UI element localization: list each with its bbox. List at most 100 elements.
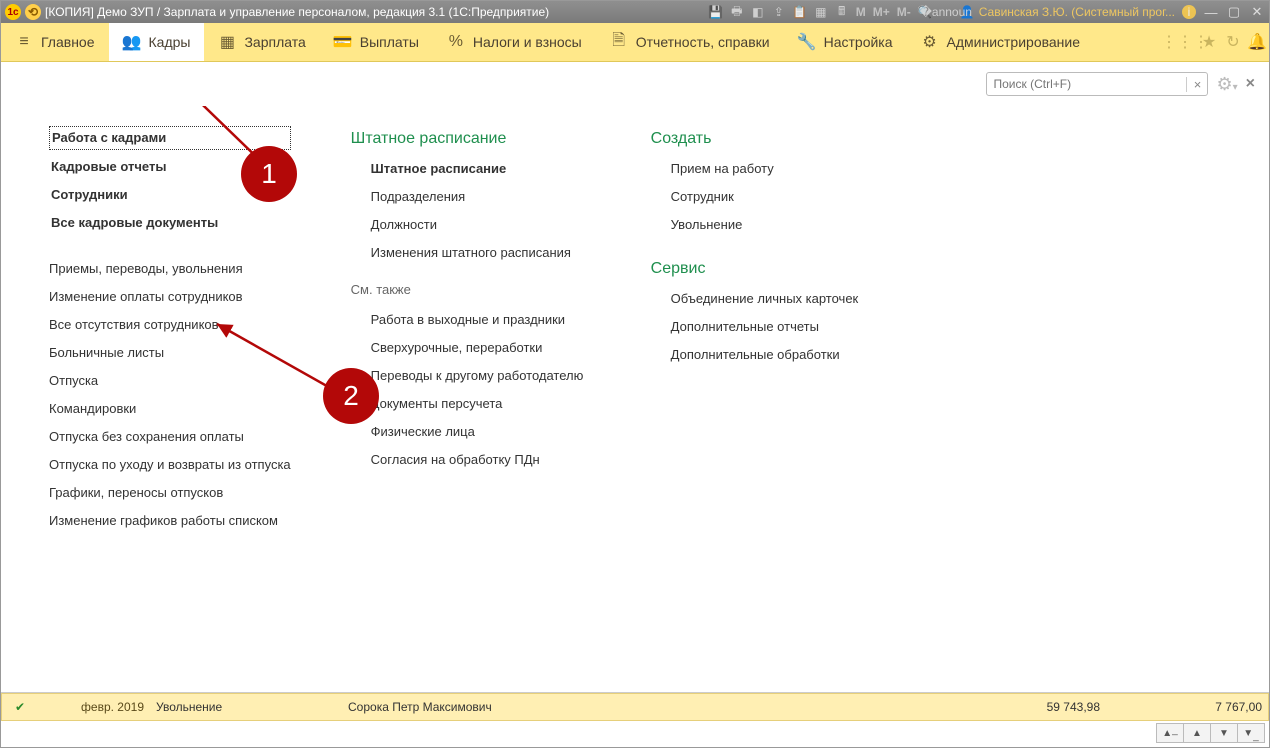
nav-buttons: ▲_ ▲ ▼ ▼_ <box>1 721 1269 747</box>
link-vacation-schedules[interactable]: Графики, переносы отпусков <box>49 482 291 504</box>
menu-icon-6: 🔧 <box>798 33 816 51</box>
menu-label-1: Кадры <box>149 34 191 50</box>
user-label[interactable]: 👤 Савинская З.Ю. (Системный прог... <box>960 5 1175 19</box>
menu-icon-7: ⚙ <box>921 33 939 51</box>
clear-search-button[interactable]: × <box>1186 77 1207 92</box>
menu-item-6[interactable]: 🔧 Настройка <box>784 23 907 61</box>
bottom-panel: ✔ февр. 2019 Увольнение Сорока Петр Макс… <box>1 692 1269 747</box>
title-toolbar: 💾 🖶 ◧ ⇪ 📋 ▦ 🖩 M M+ M- 🔍 �announ 👤 Савинс… <box>709 5 1265 19</box>
link-schedule-list-change[interactable]: Изменение графиков работы списком <box>49 510 291 532</box>
compare-icon[interactable]: ◧ <box>751 5 765 19</box>
m-button[interactable]: M <box>856 5 866 19</box>
link-consent-pdn[interactable]: Согласия на обработку ПДн <box>371 449 591 471</box>
favorite-icon[interactable]: ★ <box>1197 23 1221 61</box>
menu-icon-3: 💳 <box>334 33 352 51</box>
info-icon[interactable]: i <box>1182 5 1196 19</box>
nav-down-button[interactable]: ▼ <box>1210 723 1238 743</box>
link-all-absences[interactable]: Все отсутствия сотрудников <box>49 314 291 336</box>
row-sum1: 59 743,98 <box>944 700 1106 714</box>
link-departments[interactable]: Подразделения <box>371 186 591 208</box>
menu-label-4: Налоги и взносы <box>473 34 582 50</box>
m-plus-button[interactable]: M+ <box>873 5 890 19</box>
menu-item-3[interactable]: 💳 Выплаты <box>320 23 433 61</box>
link-sick-leaves[interactable]: Больничные листы <box>49 342 291 364</box>
link-all-personnel-docs[interactable]: Все кадровые документы <box>49 212 291 234</box>
link-extra-reports[interactable]: Дополнительные отчеты <box>671 316 891 338</box>
column-2: Штатное расписание Штатное расписание По… <box>351 126 591 532</box>
menu-item-2[interactable]: ▦ Зарплата <box>204 23 319 61</box>
link-create-dismissal[interactable]: Увольнение <box>671 214 891 236</box>
menu-label-5: Отчетность, справки <box>636 34 770 50</box>
link-hires-transfers-dismissals[interactable]: Приемы, переводы, увольнения <box>49 258 291 280</box>
link-merge-cards[interactable]: Объединение личных карточек <box>671 288 891 310</box>
menu-item-4[interactable]: % Налоги и взносы <box>433 23 596 61</box>
link-parental-leave[interactable]: Отпуска по уходу и возвраты из отпуска <box>49 454 291 476</box>
menu-label-3: Выплаты <box>360 34 419 50</box>
link-create-employee[interactable]: Сотрудник <box>671 186 891 208</box>
menu-item-7[interactable]: ⚙ Администрирование <box>907 23 1095 61</box>
print-icon[interactable]: 🖶 <box>730 5 744 19</box>
m-minus-button[interactable]: M- <box>897 5 911 19</box>
menu-label-6: Настройка <box>824 34 893 50</box>
link-pers-accounting-docs[interactable]: Документы персучета <box>371 393 591 415</box>
apps-icon[interactable]: ⋮⋮⋮ <box>1173 23 1197 61</box>
menu-icon-0: ≡ <box>15 33 33 51</box>
menu-label-7: Администрирование <box>947 34 1081 50</box>
back-button[interactable]: ⟲ <box>25 4 41 20</box>
menu-item-5[interactable]: 🗎 Отчетность, справки <box>596 23 784 61</box>
link-extra-processing[interactable]: Дополнительные обработки <box>671 344 891 366</box>
close-window-button[interactable]: ✕ <box>1249 5 1265 19</box>
minimize-button[interactable]: — <box>1203 5 1219 19</box>
save-icon[interactable]: 💾 <box>709 5 723 19</box>
titlebar: 1c ⟲ [КОПИЯ] Демо ЗУП / Зарплата и управ… <box>1 1 1269 23</box>
clipboard-icon[interactable]: 📋 <box>793 5 807 19</box>
app-window: 1c ⟲ [КОПИЯ] Демо ЗУП / Зарплата и управ… <box>0 0 1270 748</box>
menu-item-1[interactable]: 👥Кадры <box>109 23 205 61</box>
link-work-holidays[interactable]: Работа в выходные и праздники <box>371 309 591 331</box>
link-staffing[interactable]: Штатное расписание <box>371 158 591 180</box>
sub-toolbar: × ⚙▾ × <box>1 62 1269 106</box>
row-sum2: 7 767,00 <box>1106 700 1268 714</box>
nav-up-button[interactable]: ▲ <box>1183 723 1211 743</box>
link-transfers-other-employer[interactable]: Переводы к другому работодателю <box>371 365 591 387</box>
menu-icon-5: 🗎 <box>610 33 628 51</box>
see-also-label: См. также <box>351 282 591 297</box>
zoom-reset-icon[interactable]: �announ <box>939 5 953 19</box>
nav-first-button[interactable]: ▲_ <box>1156 723 1184 743</box>
staffing-header: Штатное расписание <box>351 130 591 148</box>
link-trips[interactable]: Командировки <box>49 398 291 420</box>
link-overtime[interactable]: Сверхурочные, переработки <box>371 337 591 359</box>
link-unpaid-leave[interactable]: Отпуска без сохранения оплаты <box>49 426 291 448</box>
row-doctype: Увольнение <box>150 700 342 714</box>
close-panel-button[interactable]: × <box>1246 75 1255 93</box>
menu-item-0[interactable]: ≡Главное <box>1 23 109 61</box>
menu-icon-2: ▦ <box>218 33 236 51</box>
service-header: Сервис <box>651 260 891 278</box>
maximize-button[interactable]: ▢ <box>1226 5 1242 19</box>
link-positions[interactable]: Должности <box>371 214 591 236</box>
settings-gear-icon[interactable]: ⚙▾ <box>1216 74 1237 95</box>
menu-label-2: Зарплата <box>244 34 305 50</box>
calendar-icon[interactable]: ▦ <box>814 5 828 19</box>
create-header: Создать <box>651 130 891 148</box>
history-icon[interactable]: ↻ <box>1221 23 1245 61</box>
search-box: × <box>986 72 1208 96</box>
column-3: Создать Прием на работу Сотрудник Увольн… <box>651 126 891 532</box>
calculator-icon[interactable]: 🖩 <box>835 5 849 19</box>
notifications-icon[interactable]: 🔔 <box>1245 23 1269 61</box>
row-person: Сорока Петр Максимович <box>342 700 944 714</box>
link-staffing-changes[interactable]: Изменения штатного расписания <box>371 242 591 264</box>
annotation-2: 2 <box>323 368 379 424</box>
link-pay-change[interactable]: Изменение оплаты сотрудников <box>49 286 291 308</box>
upload-icon[interactable]: ⇪ <box>772 5 786 19</box>
nav-last-button[interactable]: ▼_ <box>1237 723 1265 743</box>
document-row[interactable]: ✔ февр. 2019 Увольнение Сорока Петр Макс… <box>1 693 1269 721</box>
link-create-hire[interactable]: Прием на работу <box>671 158 891 180</box>
link-individuals[interactable]: Физические лица <box>371 421 591 443</box>
link-vacations[interactable]: Отпуска <box>49 370 291 392</box>
search-input[interactable] <box>987 77 1186 91</box>
menu-icon-4: % <box>447 33 465 51</box>
link-work-with-personnel[interactable]: Работа с кадрами <box>49 126 291 150</box>
scroll-area[interactable]: 1 2 Работа с кадрами Кадровые отчеты Сот… <box>1 106 1269 692</box>
annotation-1: 1 <box>241 146 297 202</box>
